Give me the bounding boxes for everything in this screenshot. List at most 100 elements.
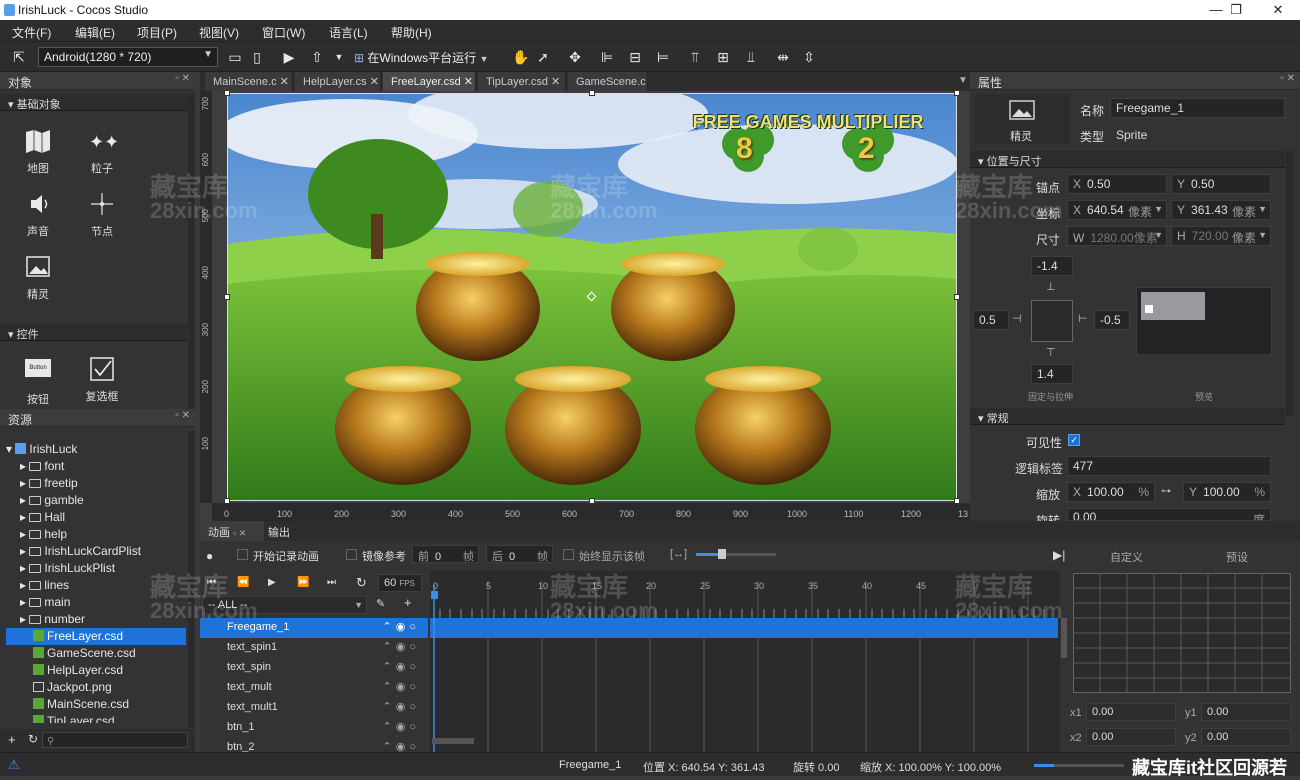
edit-icon[interactable]: ✎ [376, 597, 385, 610]
prev-frames-field[interactable]: 前0 帧 [412, 545, 479, 563]
tree-file-gamescene[interactable]: GameScene.csd [0, 645, 186, 662]
track-text-mult[interactable]: text_mult ⌃◉○ [200, 678, 428, 698]
scale-x-field[interactable]: X 100.00% [1067, 482, 1155, 502]
fit-icon[interactable]: [↔] [670, 548, 687, 560]
margin-left-field[interactable]: 0.5 [973, 310, 1009, 330]
resize-handle[interactable] [954, 90, 960, 96]
always-show-checkbox[interactable] [563, 549, 574, 560]
general-section[interactable]: ▾ 常规 [970, 408, 1285, 425]
chevron-down-icon[interactable]: ▼ [330, 48, 348, 66]
tree-file-jackpot[interactable]: Jackpot.png [0, 679, 186, 696]
play-right-icon[interactable]: ▶| [1053, 548, 1065, 562]
pin-bottom-icon[interactable]: ⊤ [1046, 346, 1056, 359]
tree-folder-cardplist[interactable]: ▸ IrishLuckCardPlist [0, 543, 186, 560]
tab-custom[interactable]: 自定义 [1110, 549, 1143, 565]
play-icon[interactable]: ▶ [280, 48, 298, 66]
tree-folder-freetip[interactable]: ▸ freetip [0, 475, 186, 492]
margin-top-field[interactable]: -1.4 [1031, 256, 1073, 276]
zoom-slider[interactable] [696, 549, 776, 559]
tile-sound[interactable]: 声音 [10, 191, 66, 239]
tab-gamescene[interactable]: GameScene.c ✕ [568, 72, 648, 91]
tab-tiplayer[interactable]: TipLayer.csd ✕ [478, 72, 566, 91]
rotate-field[interactable]: 0.00 度 [1067, 508, 1271, 521]
tree-folder-font[interactable]: ▸ font [0, 458, 186, 475]
size-w-field[interactable]: W 1280.00像素 ▼ [1067, 226, 1167, 246]
distribute-v-icon[interactable]: ⇳ [800, 48, 818, 66]
margin-right-field[interactable]: -0.5 [1094, 310, 1130, 330]
tile-sprite[interactable]: 精灵 [10, 254, 66, 302]
stretch-box[interactable] [1031, 300, 1073, 342]
canvas-viewport[interactable]: 700 600 500 400 300 200 100 0 100 200 30… [200, 90, 970, 521]
select-tool-icon[interactable]: ➚ [534, 48, 552, 66]
last-frame-icon[interactable]: ⏭ [327, 577, 336, 588]
tree-folder-main[interactable]: ▸ main [0, 594, 186, 611]
x2-field[interactable]: 0.00 [1086, 728, 1176, 746]
controls-section[interactable]: ▾ 控件 [0, 324, 187, 341]
close-button[interactable]: ✕ [1258, 0, 1298, 20]
align-bottom-icon[interactable]: ⫫ [742, 48, 760, 66]
tab-preset[interactable]: 预设 [1226, 549, 1248, 565]
play-icon[interactable]: ▶ [268, 577, 276, 588]
tab-freelayer[interactable]: FreeLayer.csd ✕ [383, 72, 476, 91]
track-controls[interactable]: ⌃◉○ [383, 640, 420, 653]
menu-view[interactable]: 视图(V) [199, 24, 239, 41]
basic-objects-section[interactable]: ▾ 基础对象 [0, 94, 195, 111]
device-select[interactable]: Android(1280 * 720) ▼ [38, 47, 218, 67]
link-icon[interactable]: ⊶ [1161, 486, 1171, 497]
tile-particle[interactable]: ✦✦ 粒子 [74, 128, 130, 176]
tag-field[interactable]: 477 [1067, 456, 1271, 476]
next-frame-icon[interactable]: ⏩ [297, 577, 309, 588]
tab-mainscene[interactable]: MainScene.c ✕ [205, 72, 293, 91]
tab-output[interactable]: 输出 [268, 524, 290, 540]
landscape-icon[interactable]: ▭ [226, 48, 244, 66]
track-btn2[interactable]: btn_2 ⌃◉○ [200, 738, 428, 752]
y2-field[interactable]: 0.00 [1201, 728, 1291, 746]
fps-field[interactable]: 60 FPS [378, 574, 422, 592]
loop-icon[interactable]: ↻ [356, 575, 367, 591]
timeline-scrollbar[interactable] [1061, 618, 1067, 658]
refresh-icon[interactable]: ↻ [28, 732, 38, 746]
resize-handle[interactable] [589, 498, 595, 504]
tile-button[interactable]: Button 按钮 [10, 356, 66, 407]
track-freegame1[interactable]: Freegame_1 ⌃◉○ [200, 618, 428, 638]
position-y-field[interactable]: Y 361.43 像素 ▼ [1171, 200, 1271, 220]
maximize-button[interactable]: ❐ [1216, 0, 1256, 20]
track-filter-select[interactable]: -- ALL -- ▼ [202, 596, 367, 614]
publish-icon[interactable]: ⇱ [10, 48, 28, 66]
timeline-grid[interactable]: 0 5 10 15 20 25 30 35 40 45 [430, 571, 1060, 752]
pin-top-icon[interactable]: ⊥ [1046, 280, 1056, 293]
record-dot-icon[interactable]: ● [206, 549, 213, 563]
resize-handle[interactable] [224, 90, 230, 96]
mirror-checkbox[interactable] [346, 549, 357, 560]
tile-map[interactable]: 地图 [10, 128, 66, 176]
panel-close-icon[interactable]: ▫ ✕ [175, 410, 190, 421]
align-middle-icon[interactable]: ⊞ [714, 48, 732, 66]
name-field[interactable]: Freegame_1 [1110, 98, 1285, 118]
track-text-spin1[interactable]: text_spin1 ⌃◉○ [200, 638, 428, 658]
panel-close-icon[interactable]: ▫ ✕ [1280, 73, 1295, 84]
y1-field[interactable]: 0.00 [1201, 703, 1291, 721]
resize-handle[interactable] [224, 498, 230, 504]
align-center-icon[interactable]: ⊟ [626, 48, 644, 66]
tree-file-tiplayer[interactable]: TipLayer.csd [0, 713, 186, 723]
resize-handle[interactable] [589, 90, 595, 96]
track-text-spin[interactable]: text_spin ⌃◉○ [200, 658, 428, 678]
resize-handle[interactable] [954, 294, 960, 300]
tree-folder-help[interactable]: ▸ help [0, 526, 186, 543]
tree-folder-hall[interactable]: ▸ Hall [0, 509, 186, 526]
hand-tool-icon[interactable]: ✋ [512, 48, 530, 66]
tree-file-mainscene[interactable]: MainScene.csd [0, 696, 186, 713]
resource-search-input[interactable]: ⚲ [42, 732, 188, 748]
track-btn1[interactable]: btn_1 ⌃◉○ [200, 718, 428, 738]
menu-edit[interactable]: 编辑(E) [75, 24, 115, 41]
tree-folder-number[interactable]: ▸ number [0, 611, 186, 628]
anchor-y-field[interactable]: Y 0.50 [1171, 174, 1271, 194]
portrait-icon[interactable]: ▯ [248, 48, 266, 66]
zoom-slider-thumb[interactable] [718, 549, 726, 559]
easing-curve-grid[interactable] [1073, 573, 1291, 693]
track-controls[interactable]: ⌃◉○ [383, 740, 420, 752]
track-text-mult1[interactable]: text_mult1 ⌃◉○ [200, 698, 428, 718]
size-h-field[interactable]: H 720.00 像素 ▼ [1171, 226, 1271, 246]
align-right-icon[interactable]: ⊨ [654, 48, 672, 66]
x1-field[interactable]: 0.00 [1086, 703, 1176, 721]
